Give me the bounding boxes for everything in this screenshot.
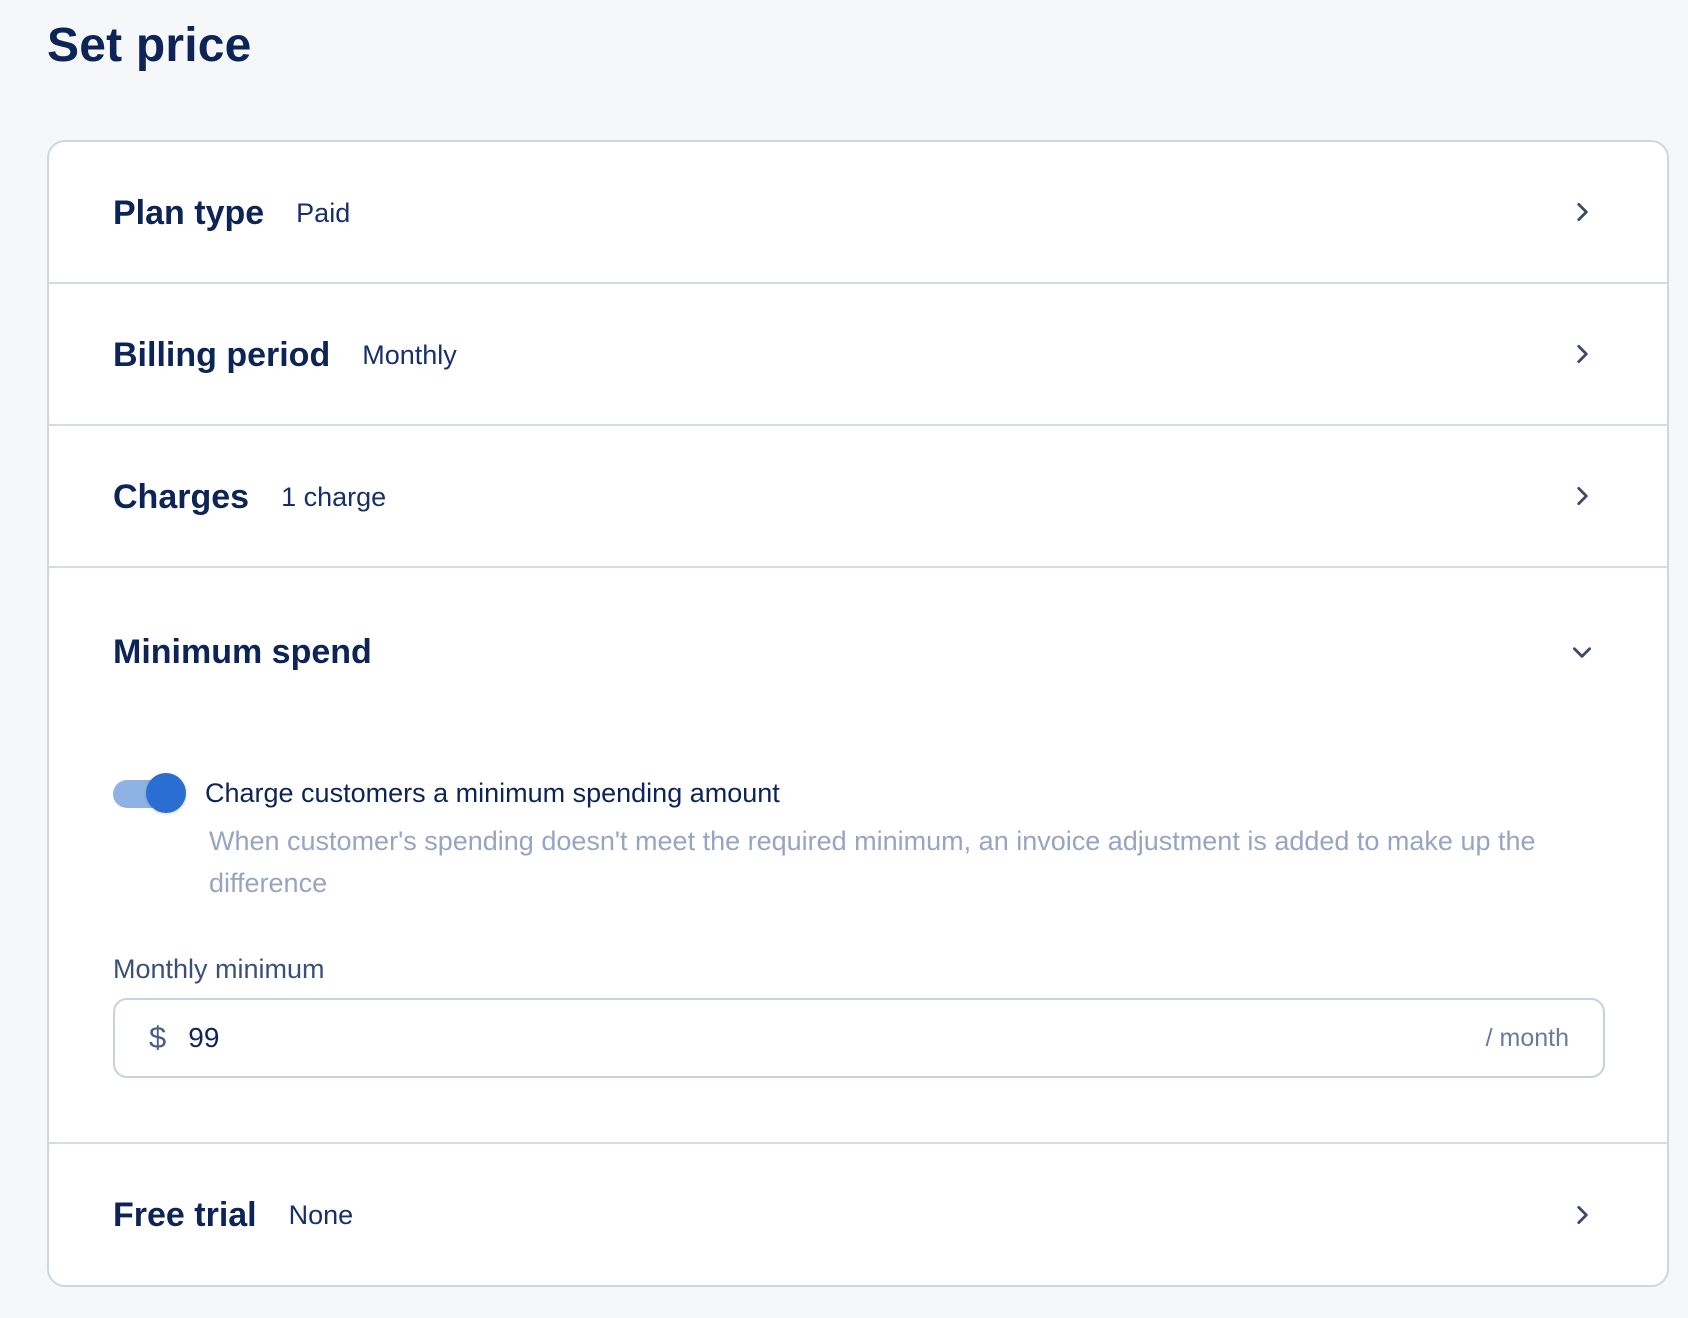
chevron-right-icon[interactable] — [1569, 1202, 1595, 1228]
minimum-spend-title: Minimum spend — [113, 632, 372, 671]
charges-value: 1 charge — [281, 481, 387, 512]
free-trial-section[interactable]: Free trial None — [49, 1144, 1667, 1285]
free-trial-header: Free trial None — [113, 1144, 354, 1285]
price-settings-card: Plan type Paid Billing period Monthly Ch… — [47, 140, 1669, 1287]
plan-type-title: Plan type — [113, 193, 265, 232]
chevron-right-icon[interactable] — [1569, 199, 1595, 225]
monthly-minimum-field[interactable]: $ / month — [113, 998, 1605, 1078]
chevron-right-icon[interactable] — [1569, 341, 1595, 367]
chevron-down-icon[interactable] — [1569, 639, 1595, 665]
minimum-spend-toggle-label[interactable]: Charge customers a minimum spending amou… — [205, 778, 780, 809]
billing-period-header: Billing period Monthly — [113, 284, 457, 426]
plan-type-section[interactable]: Plan type Paid — [49, 142, 1667, 284]
charges-title: Charges — [113, 477, 250, 516]
monthly-minimum-input[interactable] — [188, 1022, 1486, 1054]
minimum-spend-toggle-row: Charge customers a minimum spending amou… — [113, 773, 780, 813]
minimum-spend-toggle[interactable] — [113, 773, 187, 813]
monthly-minimum-label: Monthly minimum — [113, 954, 325, 984]
toggle-knob — [146, 773, 186, 813]
billing-period-section[interactable]: Billing period Monthly — [49, 284, 1667, 426]
minimum-spend-help-text: When customer's spending doesn't meet th… — [209, 826, 1536, 898]
plan-type-header: Plan type Paid — [113, 142, 350, 284]
free-trial-value: None — [288, 1199, 354, 1230]
free-trial-title: Free trial — [113, 1195, 257, 1234]
page-title: Set price — [47, 19, 252, 72]
per-month-suffix: / month — [1485, 1023, 1569, 1052]
chevron-right-icon[interactable] — [1569, 483, 1595, 509]
plan-type-value: Paid — [296, 197, 351, 228]
billing-period-value: Monthly — [362, 339, 457, 370]
charges-section[interactable]: Charges 1 charge — [49, 426, 1667, 568]
minimum-spend-section: Minimum spend Charge customers a minimum… — [49, 568, 1667, 1144]
charges-header: Charges 1 charge — [113, 426, 386, 568]
billing-period-title: Billing period — [113, 335, 331, 374]
minimum-spend-header[interactable]: Minimum spend — [113, 568, 372, 736]
currency-prefix: $ — [149, 1020, 167, 1055]
